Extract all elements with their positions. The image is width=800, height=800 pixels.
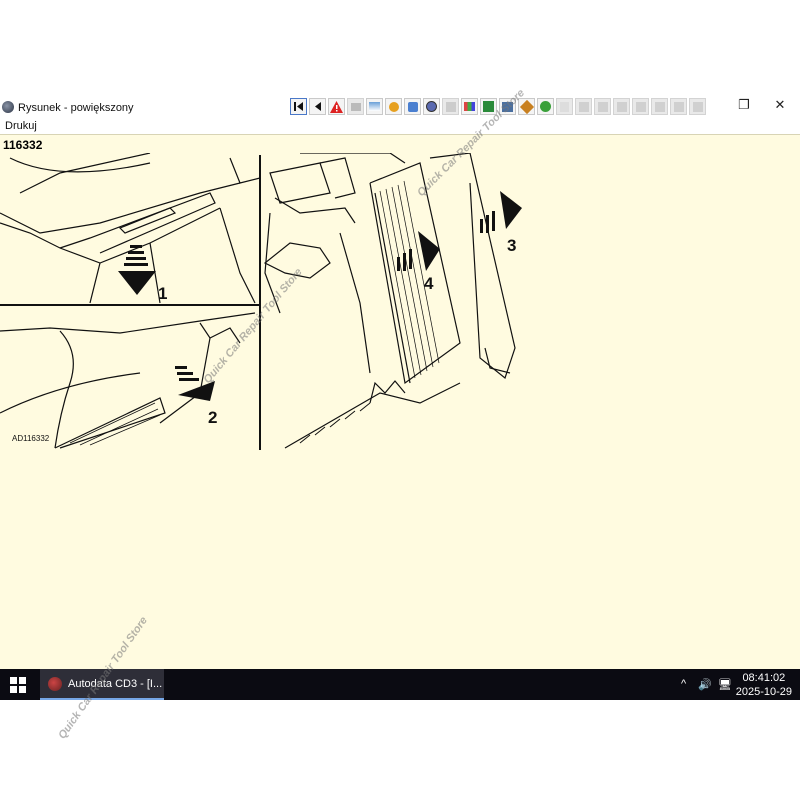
menu-print[interactable]: Drukuj bbox=[5, 120, 37, 132]
tool-button-10[interactable] bbox=[537, 98, 554, 115]
tool-button-14[interactable] bbox=[613, 98, 630, 115]
tool-button-5[interactable] bbox=[442, 98, 459, 115]
clock[interactable]: 08:41:02 2025-10-29 bbox=[736, 671, 792, 699]
tool-button-3[interactable] bbox=[404, 98, 421, 115]
gear-icon bbox=[388, 101, 399, 112]
autodata-icon bbox=[48, 677, 62, 691]
spanner-icon bbox=[519, 99, 534, 114]
restore-button[interactable]: ❐ bbox=[734, 97, 754, 113]
panel-2-drawing bbox=[0, 312, 256, 449]
tool-button-12[interactable] bbox=[575, 98, 592, 115]
callout-4: 4 bbox=[424, 274, 434, 293]
clock-date: 2025-10-29 bbox=[735, 686, 792, 698]
warning-icon bbox=[330, 100, 343, 113]
first-page-icon bbox=[294, 102, 303, 111]
tool-icon bbox=[692, 101, 703, 112]
doc-icon bbox=[560, 101, 569, 112]
tool-icon bbox=[673, 101, 684, 112]
close-button[interactable]: ✕ bbox=[770, 97, 790, 113]
window-title-bar: Rysunek - powiększony ❐ ✕ bbox=[0, 95, 800, 119]
window-title: Rysunek - powiększony bbox=[18, 102, 134, 114]
figure-code: AD116332 bbox=[12, 434, 50, 443]
callout-2: 2 bbox=[208, 408, 217, 427]
tool-button-17[interactable] bbox=[670, 98, 687, 115]
tool-button-13[interactable] bbox=[594, 98, 611, 115]
arrow-1 bbox=[118, 245, 156, 295]
tool-button-16[interactable] bbox=[651, 98, 668, 115]
tool-icon bbox=[597, 101, 608, 112]
arrow-4 bbox=[397, 231, 440, 271]
windows-start-icon[interactable] bbox=[10, 677, 26, 693]
bug-icon bbox=[540, 101, 551, 112]
tool-icon bbox=[445, 101, 456, 112]
tool-button-18[interactable] bbox=[689, 98, 706, 115]
taskbar-app-label: Autodata CD3 - [I... bbox=[68, 678, 163, 690]
clock-time: 08:41:02 bbox=[742, 672, 786, 684]
panel-3-drawing bbox=[263, 153, 516, 449]
wheel-icon bbox=[426, 101, 437, 112]
tool-icon bbox=[616, 101, 627, 112]
diagram-icon bbox=[369, 102, 380, 111]
images-icon bbox=[350, 102, 361, 111]
tray-chevron-up-icon[interactable]: ^ bbox=[681, 678, 686, 690]
restore-icon: ❐ bbox=[738, 97, 750, 112]
tool-icon bbox=[635, 101, 646, 112]
callout-3: 3 bbox=[507, 236, 516, 255]
images-button[interactable] bbox=[347, 98, 364, 115]
table-icon bbox=[483, 101, 494, 112]
wrench-icon bbox=[407, 101, 418, 112]
arrow-3 bbox=[480, 191, 522, 233]
drawing-area: 116332 1 2 3 4 AD116332 Quick Car Repair… bbox=[0, 87, 800, 670]
prev-page-button[interactable] bbox=[309, 98, 326, 115]
tool-button-1[interactable] bbox=[366, 98, 383, 115]
tool-button-2[interactable] bbox=[385, 98, 402, 115]
chart-icon bbox=[464, 102, 475, 111]
network-icon[interactable]: 🖥 bbox=[718, 678, 732, 691]
tool-button-15[interactable] bbox=[632, 98, 649, 115]
tool-button-6[interactable] bbox=[461, 98, 478, 115]
volume-icon[interactable]: 🔊 bbox=[698, 678, 712, 691]
app-icon bbox=[2, 101, 14, 113]
tool-icon bbox=[578, 101, 589, 112]
callout-arrows bbox=[118, 191, 522, 401]
tool-icon bbox=[654, 101, 665, 112]
menu-bar: Drukuj bbox=[0, 119, 800, 134]
warning-button[interactable] bbox=[328, 98, 345, 115]
close-icon: ✕ bbox=[774, 97, 786, 112]
tool-button-4[interactable] bbox=[423, 98, 440, 115]
prev-page-icon bbox=[315, 102, 321, 111]
tool-button-11[interactable] bbox=[556, 98, 573, 115]
figure-number: 116332 bbox=[3, 138, 43, 152]
callout-1: 1 bbox=[158, 284, 167, 303]
first-page-button[interactable] bbox=[290, 98, 307, 115]
taskbar: Autodata CD3 - [I... ^ 🔊 🖥 08:41:02 2025… bbox=[0, 669, 800, 700]
